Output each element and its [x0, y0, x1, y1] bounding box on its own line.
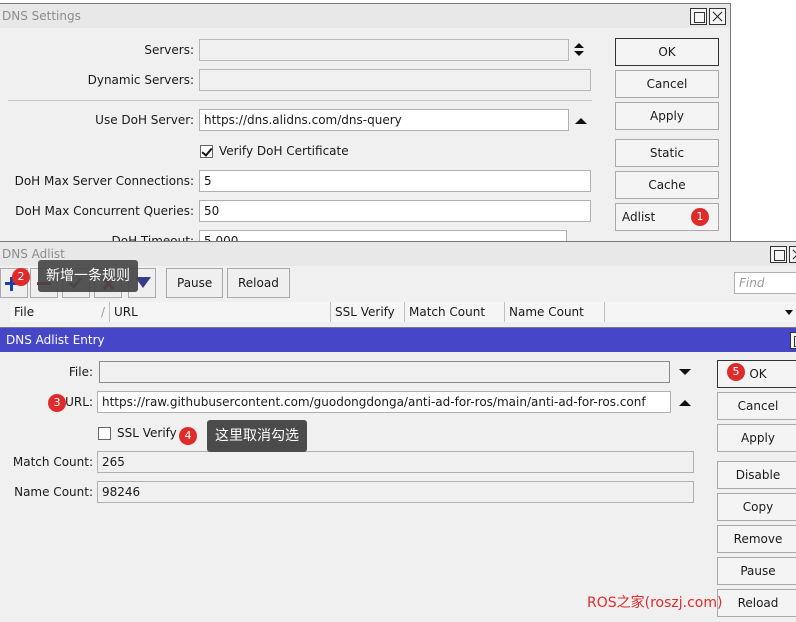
column-match-label: Match Count: [409, 305, 486, 319]
servers-field[interactable]: [199, 39, 569, 61]
adlist-maximize-icon[interactable]: [770, 246, 787, 263]
use-doh-input[interactable]: https://dns.alidns.com/dns-query: [199, 109, 569, 131]
close-icon[interactable]: [709, 8, 726, 25]
column-url-label: URL: [114, 305, 138, 319]
dns-apply-button[interactable]: Apply: [615, 102, 719, 130]
adlist-entry-window: DNS Adlist Entry File: URL: https://raw.…: [0, 327, 796, 622]
url-collapse-icon[interactable]: [679, 400, 691, 406]
entry-titlebar: DNS Adlist Entry: [0, 328, 796, 352]
verify-doh-label: Verify DoH Certificate: [219, 144, 349, 158]
entry-pause-button[interactable]: Pause: [717, 557, 796, 585]
adlist-pause-button[interactable]: Pause: [166, 268, 224, 298]
dns-adlist-title: DNS Adlist: [2, 247, 65, 261]
maximize-icon[interactable]: [690, 8, 707, 25]
step-1-badge: 1: [691, 208, 709, 226]
servers-up-arrow-icon[interactable]: [574, 43, 584, 48]
find-placeholder: Find: [739, 276, 765, 290]
step-5-badge: 5: [727, 363, 745, 381]
url-input[interactable]: https://raw.githubusercontent.com/guodon…: [97, 391, 671, 413]
url-label: URL:: [65, 395, 93, 409]
ssl-verify-label: SSL Verify: [117, 426, 177, 440]
column-name-count[interactable]: Name Count: [505, 302, 605, 322]
entry-reload-button[interactable]: Reload: [717, 589, 796, 617]
tip-add-rule: 新增一条规则: [38, 260, 138, 292]
divider: [8, 100, 592, 101]
column-file[interactable]: File /: [10, 302, 110, 322]
dns-settings-titlebar: DNS Settings: [0, 4, 730, 28]
name-count-label: Name Count:: [14, 485, 93, 499]
dns-ok-button[interactable]: OK: [615, 38, 719, 66]
dns-settings-window: DNS Settings Servers: Dynamic Servers: U…: [0, 3, 731, 243]
step-4-badge: 4: [179, 427, 197, 445]
dynamic-servers-field: [199, 69, 591, 91]
column-ssl-label: SSL Verify: [335, 305, 395, 319]
file-select[interactable]: [99, 361, 670, 383]
max-queries-label: DoH Max Concurrent Queries:: [15, 204, 194, 218]
dns-settings-title: DNS Settings: [2, 9, 81, 23]
entry-cancel-button[interactable]: Cancel: [717, 392, 796, 420]
dns-cancel-button[interactable]: Cancel: [615, 70, 719, 98]
adlist-reload-button[interactable]: Reload: [227, 268, 290, 298]
adlist-button-label: Adlist: [622, 210, 656, 224]
find-input[interactable]: Find: [734, 272, 796, 294]
column-ssl-verify[interactable]: SSL Verify: [331, 302, 405, 322]
max-conn-label: DoH Max Server Connections:: [14, 174, 194, 188]
max-queries-input[interactable]: 50: [199, 200, 591, 222]
dynamic-servers-label: Dynamic Servers:: [87, 73, 194, 87]
column-menu-icon[interactable]: [785, 310, 793, 315]
tip-uncheck-ssl: 这里取消勾选: [207, 420, 307, 452]
entry-apply-button[interactable]: Apply: [717, 424, 796, 452]
static-button[interactable]: Static: [615, 139, 719, 167]
use-doh-label: Use DoH Server:: [95, 113, 194, 127]
cache-button[interactable]: Cache: [615, 171, 719, 199]
entry-remove-button[interactable]: Remove: [717, 525, 796, 553]
step-2-badge: 2: [12, 268, 30, 286]
verify-doh-checkbox[interactable]: [200, 145, 213, 158]
match-count-field: 265: [97, 451, 694, 473]
watermark: ROS之家(roszj.com): [587, 595, 723, 611]
match-count-label: Match Count:: [12, 455, 93, 469]
adlist-close-icon[interactable]: [789, 246, 796, 263]
column-file-label: File: [14, 305, 35, 319]
entry-title: DNS Adlist Entry: [6, 333, 105, 347]
column-url[interactable]: URL: [110, 302, 331, 322]
servers-down-arrow-icon[interactable]: [574, 51, 584, 56]
servers-label: Servers:: [144, 43, 194, 57]
entry-disable-button[interactable]: Disable: [717, 461, 796, 489]
entry-copy-button[interactable]: Copy: [717, 493, 796, 521]
entry-ok-label: OK: [749, 367, 767, 381]
column-extra: [605, 302, 796, 322]
max-conn-input[interactable]: 5: [199, 170, 591, 192]
step-3-badge: 3: [48, 394, 66, 412]
ssl-verify-checkbox[interactable]: [98, 427, 111, 440]
entry-maximize-icon[interactable]: [790, 332, 796, 349]
sort-icon: /: [100, 305, 105, 319]
file-dropdown-icon[interactable]: [679, 369, 691, 375]
use-doh-collapse-icon[interactable]: [575, 118, 587, 124]
column-name-label: Name Count: [509, 305, 584, 319]
name-count-field: 98246: [97, 481, 694, 503]
file-label: File:: [68, 365, 93, 379]
column-match-count[interactable]: Match Count: [405, 302, 505, 322]
